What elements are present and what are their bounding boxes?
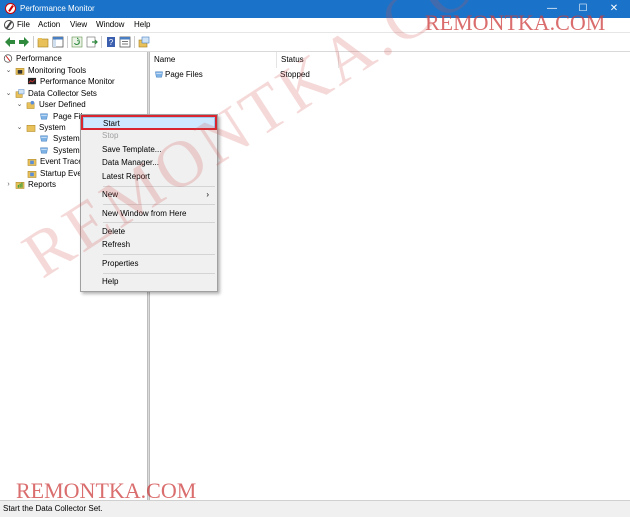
monitor-chart-icon: [27, 77, 37, 85]
svg-text:?: ?: [109, 38, 114, 47]
refresh-icon[interactable]: [71, 36, 83, 48]
menu-file[interactable]: File: [17, 20, 30, 29]
menu-separator: [103, 273, 215, 274]
watermark-bottom: REMONTKA.COM: [16, 478, 197, 503]
list-cell-name: Page Files: [165, 70, 203, 79]
collector-set-icon: [40, 135, 48, 142]
up-folder-icon[interactable]: [37, 36, 49, 48]
expanded-chevron-icon[interactable]: ⌄: [16, 122, 23, 133]
data-collector-icon[interactable]: [138, 36, 150, 48]
system-menu-icon[interactable]: [4, 20, 14, 30]
expanded-chevron-icon[interactable]: ⌄: [5, 65, 12, 76]
expanded-chevron-icon[interactable]: ⌄: [16, 99, 23, 110]
show-hide-tree-icon[interactable]: [52, 36, 64, 48]
help-book-icon[interactable]: ?: [105, 36, 117, 48]
toolbar-separator: [134, 36, 135, 48]
menu-view[interactable]: View: [70, 20, 87, 29]
toolbar-separator: [33, 36, 34, 48]
data-collector-sets-icon: [15, 89, 25, 98]
menu-help[interactable]: Help: [134, 20, 150, 29]
expanded-chevron-icon[interactable]: ⌄: [5, 88, 12, 99]
toolbar-separator: [67, 36, 68, 48]
event-trace-icon: [27, 159, 37, 166]
user-defined-icon: [26, 100, 35, 109]
menu-window[interactable]: Window: [96, 20, 124, 29]
startup-event-icon: [27, 171, 37, 178]
system-folder-icon: [26, 125, 36, 132]
performance-monitor-window: Performance Monitor — ☐ ✕ File Action Vi…: [0, 0, 630, 517]
collapsed-chevron-icon[interactable]: ›: [5, 179, 12, 190]
export-list-icon[interactable]: [86, 36, 98, 48]
reports-icon: [15, 182, 25, 189]
menu-action[interactable]: Action: [38, 20, 60, 29]
forward-arrow-icon[interactable]: [18, 36, 30, 48]
performance-app-icon: [5, 3, 16, 14]
column-header-name[interactable]: Name: [150, 52, 277, 68]
menu-separator: [103, 254, 215, 255]
properties-window-icon[interactable]: [119, 36, 131, 48]
performance-icon: [3, 54, 13, 63]
back-arrow-icon[interactable]: [4, 36, 16, 48]
collector-set-icon: [40, 113, 48, 120]
window-title: Performance Monitor: [20, 4, 95, 13]
toolbar-separator: [101, 36, 102, 48]
monitoring-tools-folder-icon: [15, 68, 25, 75]
collector-set-icon: [155, 71, 163, 78]
collector-set-icon: [40, 147, 48, 154]
menu-item-help[interactable]: Help: [83, 276, 215, 288]
